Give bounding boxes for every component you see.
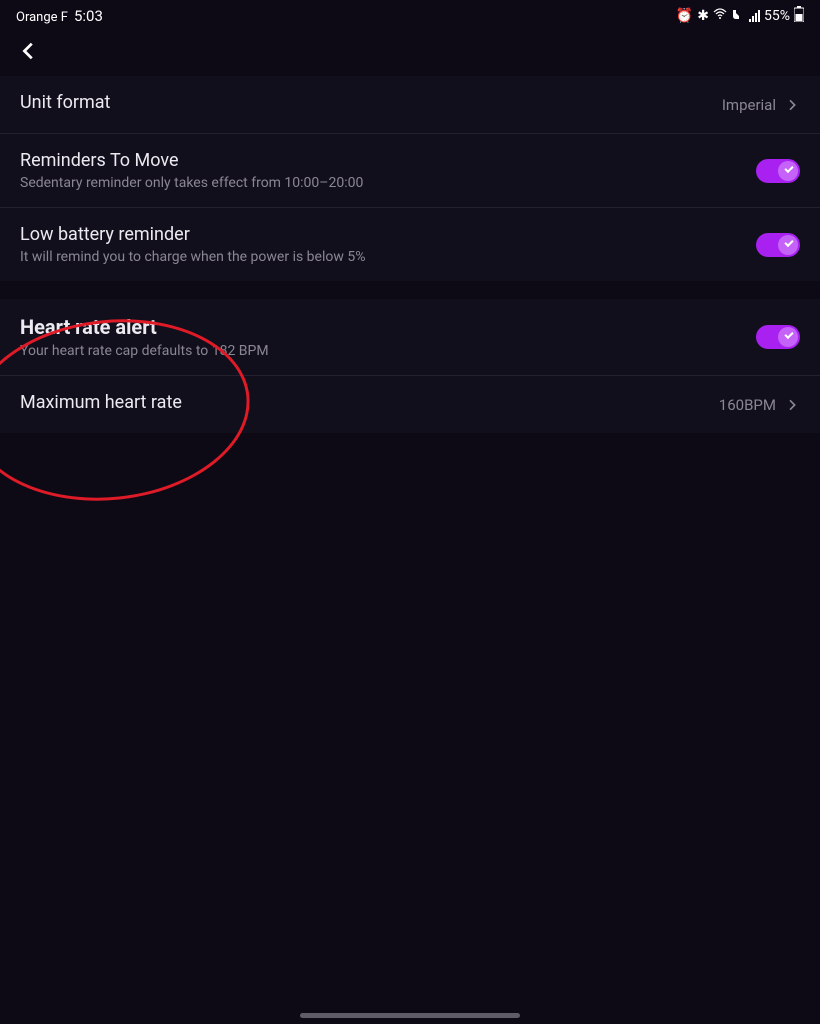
chevron-right-icon <box>784 97 800 113</box>
max-hr-title: Maximum heart rate <box>20 392 719 413</box>
unit-format-value: Imperial <box>722 96 776 114</box>
battery-percent: 55% <box>764 8 790 24</box>
settings-group-heart: Heart rate alert Your heart rate cap def… <box>0 299 820 433</box>
back-button[interactable] <box>18 40 40 66</box>
heart-alert-toggle[interactable] <box>756 325 800 349</box>
bluetooth-icon: ✱ <box>697 8 709 24</box>
row-unit-format[interactable]: Unit format Imperial <box>0 76 820 134</box>
volte-icon <box>731 8 745 24</box>
alarm-icon: ⏰ <box>676 8 693 24</box>
reminders-title: Reminders To Move <box>20 150 756 171</box>
low-battery-title: Low battery reminder <box>20 224 756 245</box>
signal-icon <box>749 10 760 22</box>
battery-icon <box>794 6 804 26</box>
heart-alert-sub: Your heart rate cap defaults to 182 BPM <box>20 343 756 359</box>
reminders-toggle[interactable] <box>756 159 800 183</box>
carrier-label: Orange F <box>16 10 68 25</box>
row-low-battery[interactable]: Low battery reminder It will remind you … <box>0 208 820 281</box>
row-reminders-move[interactable]: Reminders To Move Sedentary reminder onl… <box>0 134 820 208</box>
home-indicator[interactable] <box>300 1013 520 1018</box>
status-time: 5:03 <box>74 7 103 25</box>
wifi-icon <box>713 8 727 24</box>
row-heart-rate-alert[interactable]: Heart rate alert Your heart rate cap def… <box>0 299 820 376</box>
low-battery-toggle[interactable] <box>756 233 800 257</box>
row-max-heart-rate[interactable]: Maximum heart rate 160BPM <box>0 376 820 433</box>
settings-group-general: Unit format Imperial Reminders To Move S… <box>0 76 820 281</box>
nav-bar <box>0 28 820 76</box>
chevron-right-icon <box>784 397 800 413</box>
max-hr-value: 160BPM <box>719 396 776 414</box>
status-bar: Orange F 5:03 ⏰ ✱ 55% <box>0 0 820 28</box>
low-battery-sub: It will remind you to charge when the po… <box>20 249 756 265</box>
unit-format-title: Unit format <box>20 92 722 113</box>
reminders-sub: Sedentary reminder only takes effect fro… <box>20 175 756 191</box>
heart-alert-title: Heart rate alert <box>20 315 756 339</box>
